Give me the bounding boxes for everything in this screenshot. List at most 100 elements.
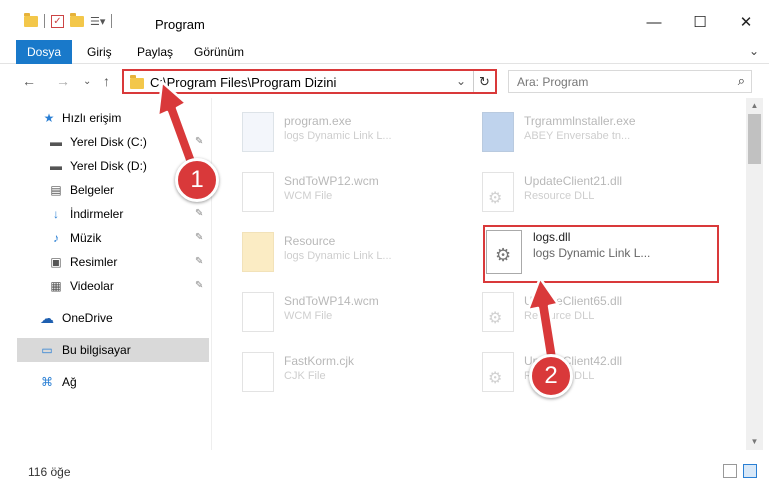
file-item[interactable]: SndToWP14.wcm WCM File [222, 284, 462, 340]
dll-file-icon: ⚙ [482, 172, 514, 212]
navigation-pane: ★ Hızlı erişim ▬ Yerel Disk (C:) ✎ ▬ Yer… [0, 98, 212, 450]
address-bar[interactable]: C:\Program Files\Program Dizini ⌄ ↻ [122, 69, 497, 94]
step-2-badge: 2 [529, 354, 573, 398]
navigation-bar: ← → ⌄ ↑ C:\Program Files\Program Dizini … [0, 64, 769, 98]
scroll-down-icon[interactable]: ▼ [746, 434, 763, 450]
search-box[interactable]: Ara: Program ⌕ [508, 70, 752, 93]
sidebar-item-quick-access[interactable]: ★ Hızlı erişim [0, 106, 210, 130]
file-name: UpdateClient65.dll [524, 294, 623, 308]
item-count: 116 öğe [28, 465, 71, 479]
ribbon-tabs: Dosya Giriş Paylaş Görünüm ⌄ [0, 40, 769, 64]
sidebar-item-label: Belgeler [70, 183, 115, 197]
network-icon: ⌘ [41, 375, 53, 389]
gear-icon: ⚙ [488, 370, 503, 387]
scroll-thumb[interactable] [748, 114, 761, 164]
gear-icon: ⚙ [488, 310, 503, 327]
step-1-badge: 1 [175, 158, 219, 202]
quick-access-toolbar: ✓ ☰▾ [24, 12, 113, 28]
sidebar-item-local-disk-c[interactable]: ▬ Yerel Disk (C:) ✎ [0, 130, 210, 154]
file-description: ABEY Enversabe tn... [524, 130, 631, 142]
file-description: WCM File [284, 310, 333, 322]
file-name: Resource [284, 234, 336, 248]
toolbar-divider [44, 14, 45, 28]
folder-icon [24, 12, 38, 27]
pin-icon: ✎ [195, 208, 204, 219]
sidebar-item-label: Yerel Disk (D:) [70, 159, 147, 173]
file-description: WCM File [284, 190, 333, 202]
file-item[interactable]: ⚙ UpdateClient42.dll Resource DLL [462, 344, 702, 400]
properties-icon[interactable]: ✓ [51, 14, 64, 28]
up-arrow-icon[interactable]: ↑ [103, 73, 110, 89]
pin-icon: ✎ [195, 256, 204, 267]
sidebar-item-music[interactable]: ♪ Müzik ✎ [0, 226, 210, 250]
sidebar-item-videos[interactable]: ▦ Videolar ✎ [0, 274, 210, 298]
file-description: logs Dynamic Link L... [284, 130, 392, 142]
file-item[interactable]: ⚙ UpdateClient65.dll Resource DLL [462, 284, 702, 340]
file-name: SndToWP12.wcm [284, 174, 379, 188]
file-item[interactable]: Resource logs Dynamic Link L... [222, 224, 462, 280]
file-item[interactable]: Trgrammlnstaller.exe ABEY Enversabe tn..… [462, 104, 702, 160]
cloud-icon: ☁ [40, 310, 54, 326]
maximize-button[interactable]: ☐ [677, 0, 723, 40]
sidebar-item-label: Ağ [62, 375, 77, 389]
sidebar-item-label: Resimler [70, 255, 118, 269]
sidebar-item-label: Yerel Disk (C:) [70, 135, 147, 149]
close-button[interactable]: ✕ [723, 0, 769, 40]
video-icon: ▦ [50, 279, 62, 293]
file-description: Resource DLL [524, 190, 595, 202]
customize-toolbar-icon[interactable]: ☰▾ [90, 15, 105, 28]
recent-locations-icon[interactable]: ⌄ [83, 76, 91, 87]
file-name: UpdateClient21.dll [524, 174, 623, 188]
vertical-scrollbar[interactable]: ▲ ▼ [746, 98, 763, 450]
file-description: Resource DLL [524, 310, 595, 322]
pin-icon: ✎ [195, 136, 204, 147]
sidebar-item-label: Bu bilgisayar [62, 343, 131, 357]
back-arrow-icon[interactable]: ← [22, 73, 36, 89]
refresh-icon[interactable]: ↻ [473, 71, 495, 92]
dll-file-icon: ⚙ [482, 292, 514, 332]
sidebar-item-label: İndirmeler [70, 207, 124, 221]
large-icons-view-icon[interactable] [743, 464, 757, 478]
toolbar-divider [111, 14, 113, 28]
forward-arrow-icon[interactable]: → [56, 73, 70, 89]
sidebar-item-pictures[interactable]: ▣ Resimler ✎ [0, 250, 210, 274]
new-folder-icon[interactable] [70, 12, 84, 27]
sidebar-item-this-pc[interactable]: ▭ Bu bilgisayar [17, 338, 209, 362]
address-dropdown-icon[interactable]: ⌄ [456, 74, 466, 88]
file-description: CJK File [284, 370, 326, 382]
music-icon: ♪ [53, 231, 59, 245]
tab-share[interactable]: Paylaş [137, 40, 173, 64]
dll-file-icon: ⚙ [482, 352, 514, 392]
tab-home[interactable]: Giriş [87, 40, 112, 64]
computer-icon: ▭ [41, 343, 53, 357]
file-item[interactable]: program.exe logs Dynamic Link L... [222, 104, 462, 160]
pin-icon: ✎ [195, 280, 204, 291]
sidebar-item-downloads[interactable]: ↓ İndirmeler ✎ [0, 202, 210, 226]
file-icon [242, 172, 274, 212]
file-item[interactable]: SndToWP12.wcm WCM File [222, 164, 462, 220]
expand-ribbon-icon[interactable]: ⌄ [749, 44, 759, 58]
tab-view[interactable]: Görünüm [194, 40, 244, 64]
file-name: SndToWP14.wcm [284, 294, 379, 308]
sidebar-item-label: Videolar [70, 279, 114, 293]
sidebar-item-label: OneDrive [62, 311, 113, 325]
file-description: logs Dynamic Link L... [284, 250, 392, 262]
scroll-up-icon[interactable]: ▲ [746, 98, 763, 114]
search-icon[interactable]: ⌕ [738, 73, 745, 89]
details-view-icon[interactable] [723, 464, 737, 478]
sidebar-item-onedrive[interactable]: ☁ OneDrive [0, 306, 210, 330]
download-icon: ↓ [53, 207, 59, 221]
file-item[interactable]: ⚙ UpdateClient21.dll Resource DLL [462, 164, 702, 220]
installer-file-icon [482, 112, 514, 152]
file-item[interactable]: FastKorm.cjk CJK File [222, 344, 462, 400]
star-icon: ★ [43, 111, 55, 125]
file-icon [242, 352, 274, 392]
tab-file[interactable]: Dosya [16, 40, 72, 64]
pictures-icon: ▣ [50, 255, 62, 269]
pin-icon: ✎ [195, 232, 204, 243]
sidebar-item-network[interactable]: ⌘ Ağ [0, 370, 210, 394]
address-path[interactable]: C:\Program Files\Program Dizini [150, 75, 336, 90]
minimize-button[interactable]: — [631, 0, 677, 40]
search-input[interactable]: Ara: Program [517, 75, 588, 89]
drive-icon: ▬ [50, 135, 62, 149]
